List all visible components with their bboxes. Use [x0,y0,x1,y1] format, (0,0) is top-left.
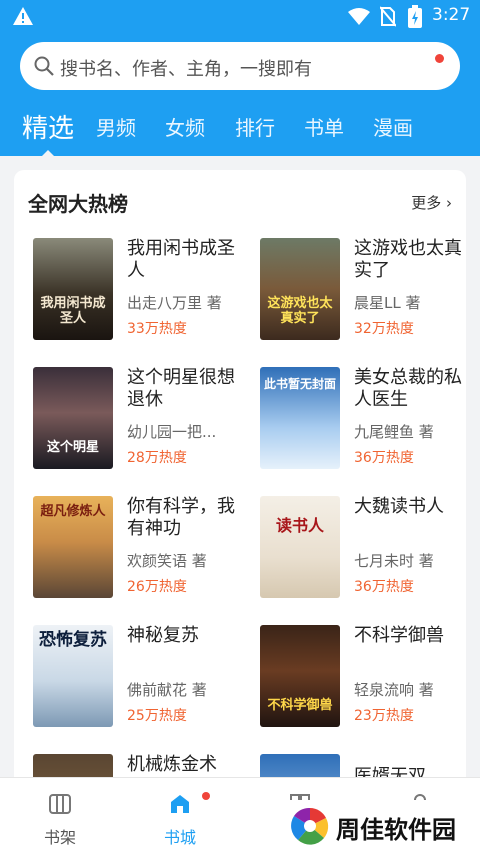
watermark-text: 周佳软件园 [336,816,456,844]
book-item[interactable]: 这游戏也太真实了 这游戏也太真实了 晨星LL 著 32万热度 [260,238,466,348]
book-author: 九尾鲤鱼 著 [354,423,434,441]
search-bar[interactable]: 搜书名、作者、主角，一搜即有 [20,42,460,90]
no-sim-icon [380,6,396,27]
store-icon [171,795,189,813]
book-cover: 此书暂无封面 [260,367,340,469]
book-item[interactable]: 我用闲书成圣人 我用闲书成圣人 出走八万里 著 33万热度 [33,238,253,348]
book-cover: 这个明星 [33,367,113,469]
book-author: 幼儿园一把... [127,423,217,441]
book-heat: 25万热度 [127,708,187,724]
cover-title: 超凡修炼人 [40,504,106,519]
book-item[interactable]: 超凡修炼人 你有科学，我有神功 欢颜笑语 著 26万热度 [33,496,253,606]
nav-label: 书架 [43,828,76,847]
book-author: 晨星LL 著 [354,294,421,312]
book-title: 我用闲书成圣人 [127,238,235,281]
section-title: 全网大热榜 [28,192,128,216]
tab-male[interactable]: 男频 [96,112,136,141]
book-author: 轻泉流响 著 [354,681,434,699]
active-tab-indicator [40,150,56,158]
cover-title: 这个明星 [46,440,99,455]
wifi-icon [348,8,370,25]
cover-title: 这游戏也太真实了 [267,296,333,326]
search-icon [34,56,54,76]
chevron-right-icon: › [446,194,452,212]
book-title: 神秘复苏 [127,625,199,646]
hot-list-card: 全网大热榜 更多 › 我用闲书成圣人 我用闲书成圣人 出走八万里 著 33万热度… [14,170,466,810]
book-heat: 33万热度 [127,321,187,337]
book-cover: 不科学御兽 [260,625,340,727]
book-heat: 26万热度 [127,579,187,595]
status-time: 3:27 [432,5,471,25]
book-cover: 恐怖复苏 [33,625,113,727]
bookshelf-icon [49,794,71,814]
book-author: 欢颜笑语 著 [127,552,207,570]
book-heat: 36万热度 [354,450,414,466]
status-bar: 3:27 [0,0,480,32]
book-author: 出走八万里 著 [127,294,222,312]
nav-notification-dot [202,792,210,800]
book-title: 大魏读书人 [354,496,444,517]
book-item[interactable]: 此书暂无封面 美女总裁的私人医生 九尾鲤鱼 著 36万热度 [260,367,466,477]
category-tabs: 精选 男频 女频 排行 书单 漫画 [0,104,480,158]
book-item[interactable]: 不科学御兽 不科学御兽 轻泉流响 著 23万热度 [260,625,466,735]
tab-ranking[interactable]: 排行 [235,112,275,141]
book-title: 你有科学，我有神功 [127,496,235,539]
tab-female[interactable]: 女频 [165,112,205,141]
book-item[interactable]: 读书人 大魏读书人 七月未时 著 36万热度 [260,496,466,606]
battery-icon [408,5,422,28]
book-cover: 读书人 [260,496,340,598]
cover-title: 恐怖复苏 [39,630,107,650]
watermark: 周佳软件园 [282,800,478,852]
tab-comics[interactable]: 漫画 [373,112,413,141]
book-title: 不科学御兽 [354,625,444,646]
notification-dot [435,54,444,63]
book-heat: 36万热度 [354,579,414,595]
book-heat: 32万热度 [354,321,414,337]
search-placeholder: 搜书名、作者、主角，一搜即有 [60,59,312,80]
book-heat: 28万热度 [127,450,187,466]
book-item[interactable]: 恐怖复苏 神秘复苏 佛前献花 著 25万热度 [33,625,253,735]
book-author: 佛前献花 著 [127,681,207,699]
book-cover: 超凡修炼人 [33,496,113,598]
book-title: 这游戏也太真实了 [354,238,462,281]
book-cover: 这游戏也太真实了 [260,238,340,340]
book-item[interactable]: 这个明星 这个明星很想退休 幼儿园一把... 28万热度 [33,367,253,477]
book-title: 美女总裁的私人医生 [354,367,462,410]
nav-label: 书城 [163,828,196,847]
cover-title: 我用闲书成圣人 [40,296,106,326]
nav-store[interactable]: 书城 [120,778,240,854]
nav-bookshelf[interactable]: 书架 [0,778,120,854]
book-author: 七月未时 著 [354,552,434,570]
more-label: 更多 [411,194,442,212]
book-cover: 我用闲书成圣人 [33,238,113,340]
tab-featured[interactable]: 精选 [22,108,74,145]
warning-icon [13,7,33,25]
book-heat: 23万热度 [354,708,414,724]
more-link[interactable]: 更多 › [411,192,452,213]
tab-booklist[interactable]: 书单 [304,112,344,141]
cover-title: 不科学御兽 [267,698,333,713]
watermark-logo-icon [291,807,329,845]
book-title: 机械炼金术 [127,754,217,775]
cover-title: 此书暂无封面 [264,377,337,391]
cover-title: 读书人 [275,516,324,535]
book-title: 这个明星很想退休 [127,367,235,410]
